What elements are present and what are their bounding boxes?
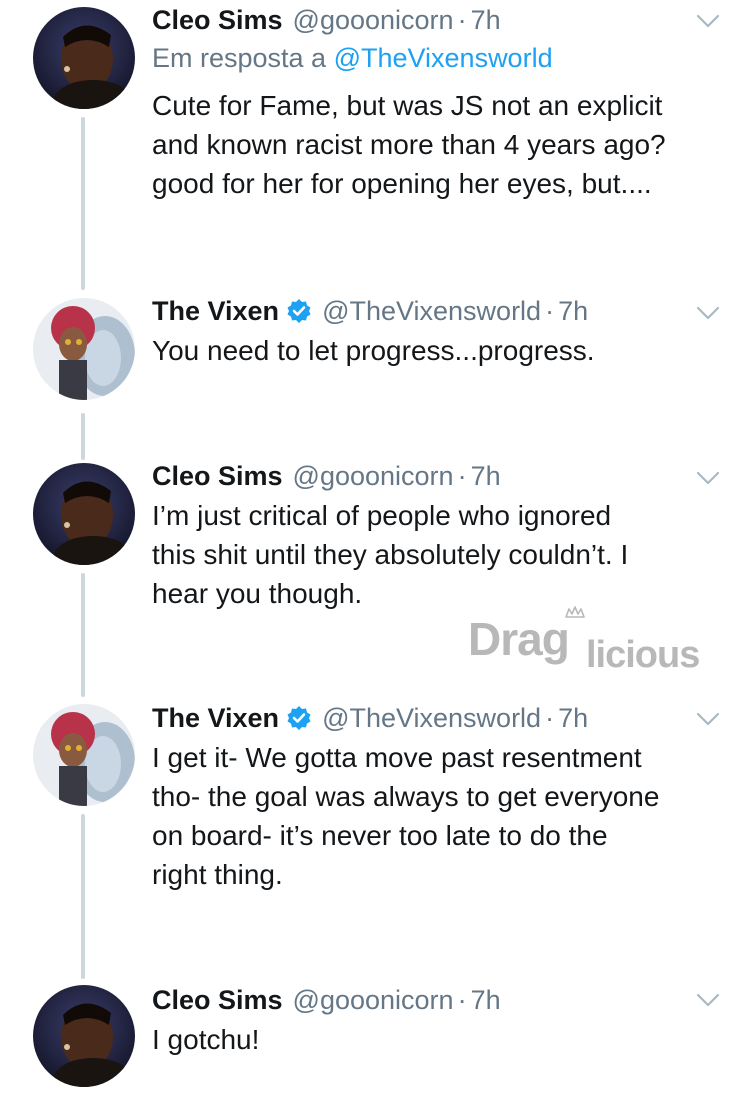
watermark-text-a: Drag (468, 613, 569, 665)
separator-dot: · (545, 703, 555, 733)
timestamp[interactable]: 7h (471, 981, 501, 1019)
user-handle[interactable]: @gooonicorn (293, 981, 454, 1019)
display-name[interactable]: The Vixen (152, 292, 279, 330)
watermark-text-b: licious (586, 634, 699, 675)
avatar-cleo-sims[interactable] (33, 7, 135, 109)
tweet-header: Cleo Sims @gooonicorn · 7h (152, 457, 722, 495)
tweet-4[interactable]: The Vixen @TheVixensworld · 7h I get it-… (0, 697, 750, 982)
reply-mention-link[interactable]: @TheVixensworld (334, 43, 553, 73)
timestamp[interactable]: 7h (471, 457, 501, 495)
tweet-content: Cleo Sims @gooonicorn · 7h Em resposta a… (152, 1, 722, 203)
avatar-photo-icon (33, 298, 135, 400)
tweet-text: I gotchu! (152, 1024, 260, 1055)
user-handle[interactable]: @TheVixensworld (322, 699, 541, 737)
thread-connector (81, 117, 85, 290)
avatar-photo-icon (33, 704, 135, 806)
user-handle[interactable]: @TheVixensworld (322, 292, 541, 330)
user-handle[interactable]: @gooonicorn (293, 457, 454, 495)
separator-dot: · (457, 461, 467, 491)
separator-dot: · (457, 985, 467, 1015)
thread-connector (81, 573, 85, 697)
tweet-header: The Vixen @TheVixensworld · 7h (152, 292, 722, 330)
avatar-the-vixen[interactable] (33, 704, 135, 806)
chevron-down-icon[interactable] (696, 305, 720, 321)
display-name[interactable]: Cleo Sims (152, 981, 283, 1019)
avatar-photo-icon (33, 463, 135, 565)
tweet-content: Cleo Sims @gooonicorn · 7h I gotchu! (152, 981, 722, 1059)
tweet-content: Cleo Sims @gooonicorn · 7h I’m just crit… (152, 457, 722, 613)
draglicious-watermark: Drag licious (468, 603, 720, 676)
avatar-photo-icon (33, 985, 135, 1087)
timestamp[interactable]: 7h (558, 699, 588, 737)
reply-context: Em resposta a @TheVixensworld (152, 39, 722, 77)
chevron-down-icon[interactable] (696, 470, 720, 486)
display-name[interactable]: Cleo Sims (152, 457, 283, 495)
tweet-content: The Vixen @TheVixensworld · 7h You need … (152, 292, 722, 370)
verified-badge-icon (287, 706, 311, 730)
chevron-down-icon[interactable] (696, 992, 720, 1008)
tweet-1[interactable]: Cleo Sims @gooonicorn · 7h Em resposta a… (0, 0, 750, 290)
tweet-text: I get it- We gotta move past resentment … (152, 742, 660, 890)
user-handle[interactable]: @gooonicorn (293, 1, 454, 39)
display-name[interactable]: The Vixen (152, 699, 279, 737)
tweet-header: The Vixen @TheVixensworld · 7h (152, 699, 722, 737)
timestamp[interactable]: 7h (471, 1, 501, 39)
tweet-text: You need to let progress...progress. (152, 335, 595, 366)
tweet-header: Cleo Sims @gooonicorn · 7h (152, 981, 722, 1019)
tweet-5[interactable]: Cleo Sims @gooonicorn · 7h I gotchu! (0, 982, 750, 1094)
thread-connector (81, 413, 85, 460)
tweet-text: I’m just critical of people who ignored … (152, 500, 629, 609)
chevron-down-icon[interactable] (696, 13, 720, 29)
display-name[interactable]: Cleo Sims (152, 1, 283, 39)
separator-dot: · (457, 5, 467, 35)
chevron-down-icon[interactable] (696, 711, 720, 727)
verified-badge-icon (287, 299, 311, 323)
tweet-content: The Vixen @TheVixensworld · 7h I get it-… (152, 699, 722, 894)
avatar-photo-icon (33, 7, 135, 109)
avatar-cleo-sims[interactable] (33, 985, 135, 1087)
reply-prefix: Em resposta a (152, 43, 334, 73)
thread-connector (81, 814, 85, 979)
separator-dot: · (545, 296, 555, 326)
tweet-2[interactable]: The Vixen @TheVixensworld · 7h You need … (0, 290, 750, 460)
avatar-the-vixen[interactable] (33, 298, 135, 400)
tweet-text: Cute for Fame, but was JS not an explici… (152, 90, 666, 199)
tweet-header: Cleo Sims @gooonicorn · 7h (152, 1, 722, 39)
tweet-thread: Cleo Sims @gooonicorn · 7h Em resposta a… (0, 0, 750, 1094)
timestamp[interactable]: 7h (558, 292, 588, 330)
avatar-cleo-sims[interactable] (33, 463, 135, 565)
